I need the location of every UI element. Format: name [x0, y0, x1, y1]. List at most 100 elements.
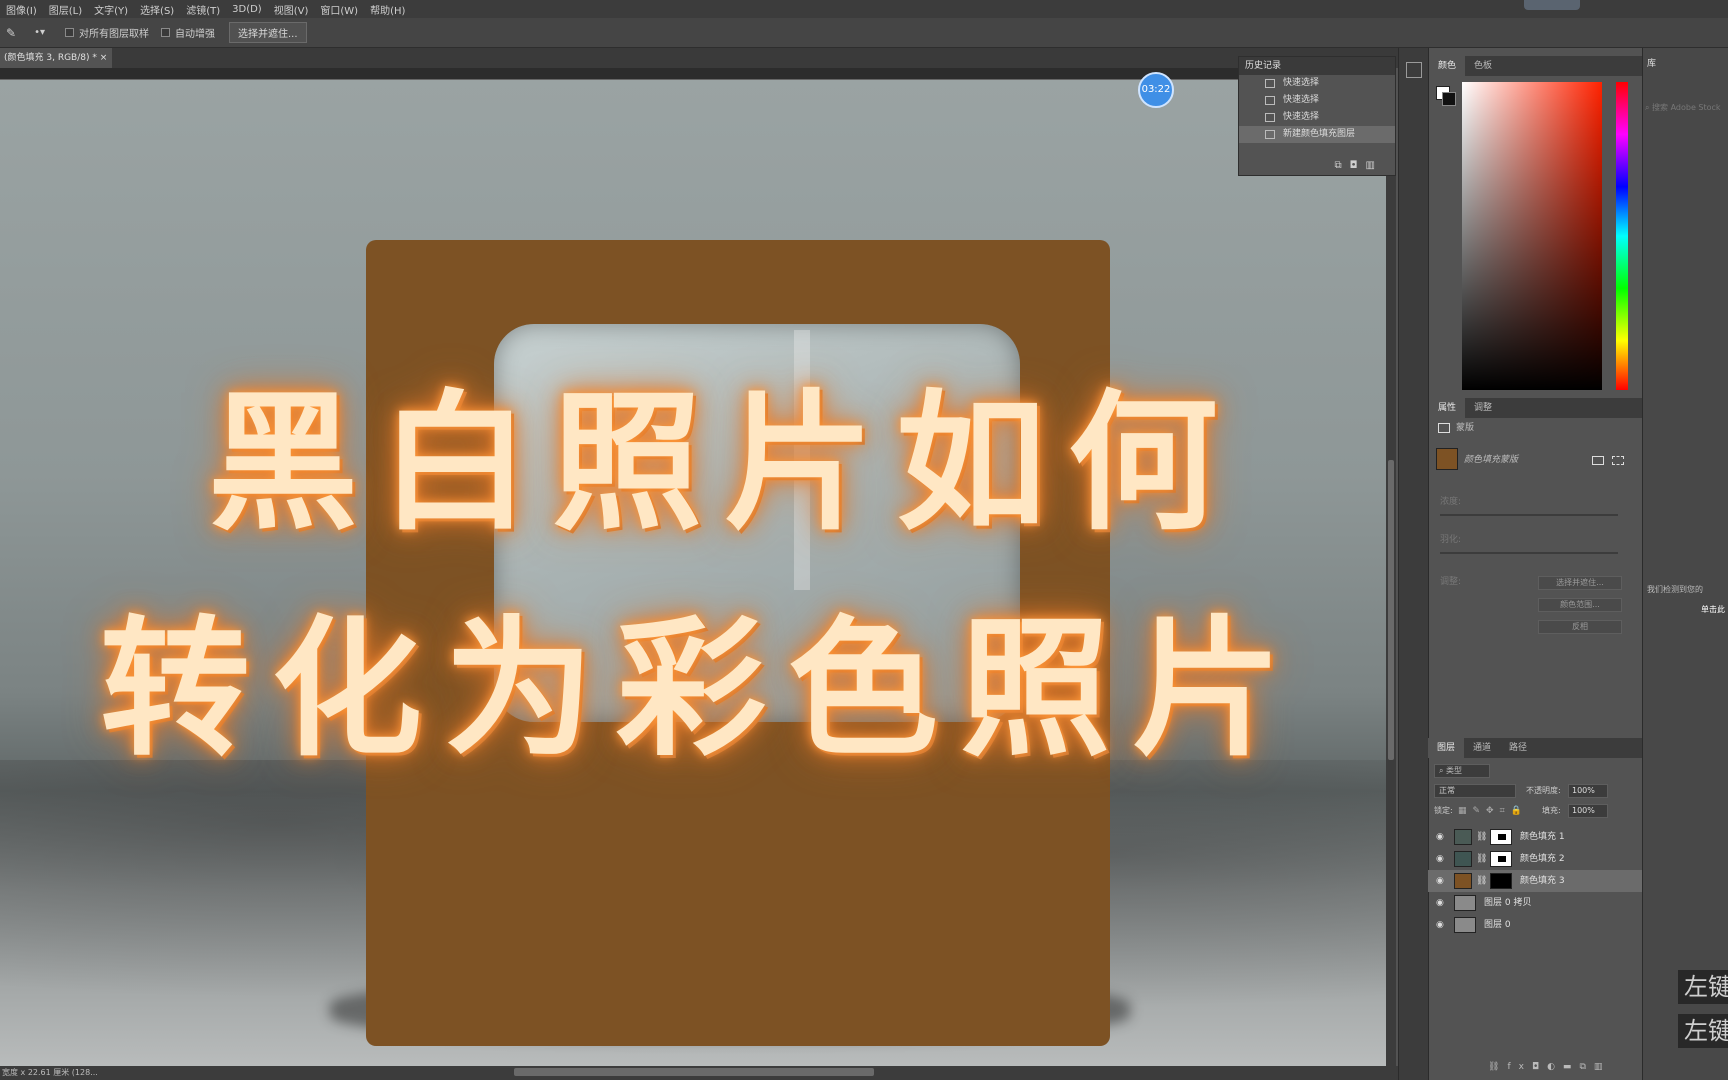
fx-icon[interactable]: fx [1507, 1062, 1532, 1072]
invert-button[interactable]: 反相 [1538, 620, 1622, 634]
layer-image-thumb[interactable] [1454, 917, 1476, 933]
brush-size-icon[interactable]: •▾ [34, 27, 45, 38]
horizontal-ruler [0, 68, 1388, 80]
layer-name: 颜色填充 3 [1520, 876, 1565, 886]
layer-row-fill-3[interactable]: ◉ ⛓ 颜色填充 3 [1428, 870, 1642, 892]
tab-swatches[interactable]: 色板 [1465, 56, 1501, 76]
menu-item-layer[interactable]: 图层(L) [43, 2, 88, 17]
overlay-title-line-2: 转化为彩色照片 [100, 601, 1305, 777]
lock-label: 锁定: [1434, 806, 1453, 815]
menu-item-window[interactable]: 窗口(W) [314, 2, 364, 17]
delete-layer-icon[interactable]: ▥ [1594, 1062, 1611, 1072]
histogram-icon[interactable] [1406, 62, 1422, 78]
menu-item-3d[interactable]: 3D(D) [226, 4, 268, 15]
link-layers-icon[interactable]: ⛓ [1488, 1062, 1507, 1072]
layer-image-thumb[interactable] [1454, 895, 1476, 911]
history-item[interactable]: 快速选择 [1239, 75, 1395, 92]
new-layer-icon[interactable]: ⧉ [1579, 1062, 1593, 1072]
density-slider[interactable] [1440, 514, 1618, 516]
background-color-swatch[interactable] [1442, 92, 1456, 106]
mask-icon [1438, 422, 1450, 433]
opacity-field[interactable]: 100% [1568, 784, 1608, 798]
library-search[interactable]: ⌕ 搜索 Adobe Stock [1645, 100, 1728, 116]
feather-slider[interactable] [1440, 552, 1618, 554]
fill-label: 填充: [1542, 806, 1561, 815]
tab-properties[interactable]: 属性 [1429, 398, 1466, 418]
library-link[interactable]: 单击此 [1701, 604, 1725, 615]
eye-icon[interactable]: ◉ [1436, 920, 1446, 930]
density-label: 浓度: [1440, 497, 1462, 507]
canvas[interactable]: 黑白照片如何 转化为彩色照片 [0, 80, 1386, 1068]
brush-tool-icon[interactable]: ✎ [6, 26, 16, 40]
lock-icons[interactable]: ▦✎✥⌗🔒 [1458, 804, 1528, 818]
history-item-selected[interactable]: 新建颜色填充图层 [1239, 126, 1395, 143]
color-range-button[interactable]: 颜色范围... [1538, 598, 1622, 612]
layer-filter-select[interactable]: ⌕ 类型 [1434, 764, 1490, 778]
mask-type-label: 蒙版 [1456, 423, 1475, 433]
auto-enhance-label: 自动增强 [174, 29, 215, 40]
tab-layers[interactable]: 图层 [1428, 738, 1465, 758]
blend-mode-select[interactable]: 正常 [1434, 784, 1516, 798]
history-item[interactable]: 快速选择 [1239, 109, 1395, 126]
window-controls[interactable] [1524, 0, 1580, 10]
layer-row-fill-1[interactable]: ◉ ⛓ 颜色填充 1 [1428, 826, 1642, 848]
eye-icon[interactable]: ◉ [1436, 876, 1446, 886]
canvas-vertical-scrollbar[interactable] [1386, 80, 1396, 1068]
layers-footer-actions: ⛓fx◘◐▬⧉▥ [1488, 1062, 1610, 1072]
layer-row-layer-0-copy[interactable]: ◉ 图层 0 拷贝 [1428, 892, 1642, 914]
tab-color[interactable]: 颜色 [1429, 56, 1466, 76]
close-tab-icon[interactable]: × [100, 53, 108, 63]
opacity-label: 不透明度: [1526, 786, 1561, 795]
new-document-icon[interactable]: ⧉ [1334, 160, 1349, 171]
history-panel-title: 历史记录 [1239, 57, 1395, 75]
library-tab[interactable]: 库 [1647, 56, 1656, 69]
camera-icon[interactable]: ◘ [1350, 160, 1366, 171]
layer-color-thumb[interactable] [1454, 873, 1472, 889]
document-tab[interactable]: (颜色填充 3, RGB/8) * × [0, 48, 112, 68]
layer-mask-thumb[interactable] [1490, 851, 1512, 867]
auto-enhance-checkbox[interactable] [160, 28, 170, 37]
link-icon: ⛓ [1476, 832, 1488, 842]
eye-icon[interactable]: ◉ [1436, 832, 1446, 842]
layer-name: 颜色填充 2 [1520, 854, 1565, 864]
add-mask-icon[interactable]: ◘ [1532, 1062, 1547, 1072]
layer-row-layer-0[interactable]: ◉ 图层 0 [1428, 914, 1642, 936]
pixel-mask-icon[interactable] [1592, 456, 1604, 465]
tab-channels[interactable]: 通道 [1464, 738, 1500, 758]
library-panel: 库 ⌕ 搜索 Adobe Stock 我们检测到您的 单击此 [1642, 48, 1728, 1080]
eye-icon[interactable]: ◉ [1436, 854, 1446, 864]
trash-icon[interactable]: ▥ [1366, 160, 1383, 171]
history-item-label: 快速选择 [1283, 78, 1320, 88]
quick-select-icon [1265, 96, 1275, 105]
layer-mask-thumb[interactable] [1490, 873, 1512, 889]
menu-item-filter[interactable]: 滤镜(T) [180, 2, 226, 17]
fill-field[interactable]: 100% [1568, 804, 1608, 818]
scroll-thumb[interactable] [1388, 460, 1394, 760]
menu-item-type[interactable]: 文字(Y) [88, 2, 134, 17]
adjustment-icon[interactable]: ◐ [1547, 1062, 1563, 1072]
menu-item-select[interactable]: 选择(S) [134, 2, 180, 17]
group-icon[interactable]: ▬ [1563, 1062, 1580, 1072]
color-field[interactable] [1462, 82, 1602, 390]
fill-color-swatch[interactable] [1436, 448, 1458, 470]
hue-slider[interactable] [1616, 82, 1628, 390]
menu-item-help[interactable]: 帮助(H) [364, 2, 411, 17]
layer-color-thumb[interactable] [1454, 829, 1472, 845]
search-icon: ⌕ [1439, 766, 1447, 775]
layers-panel-tabs: 图层 通道 路径 [1428, 738, 1642, 758]
eye-icon[interactable]: ◉ [1436, 898, 1446, 908]
select-and-mask-prop-button[interactable]: 选择并遮住... [1538, 576, 1622, 590]
layer-color-thumb[interactable] [1454, 851, 1472, 867]
menu-item-view[interactable]: 视图(V) [268, 2, 315, 17]
tab-adjustments[interactable]: 调整 [1465, 398, 1501, 418]
vector-mask-icon[interactable] [1612, 456, 1624, 465]
canvas-horizontal-scrollbar[interactable] [514, 1068, 874, 1076]
tab-paths[interactable]: 路径 [1500, 738, 1536, 758]
menu-item-image[interactable]: 图像(I) [0, 2, 43, 17]
layer-mask-thumb[interactable] [1490, 829, 1512, 845]
sample-all-layers-checkbox[interactable] [64, 28, 74, 37]
layer-row-fill-2[interactable]: ◉ ⛓ 颜色填充 2 [1428, 848, 1642, 870]
history-item[interactable]: 快速选择 [1239, 92, 1395, 109]
color-panel-tabs: 颜色 色板 [1429, 56, 1643, 76]
select-and-mask-button[interactable]: 选择并遮住... [228, 22, 307, 43]
